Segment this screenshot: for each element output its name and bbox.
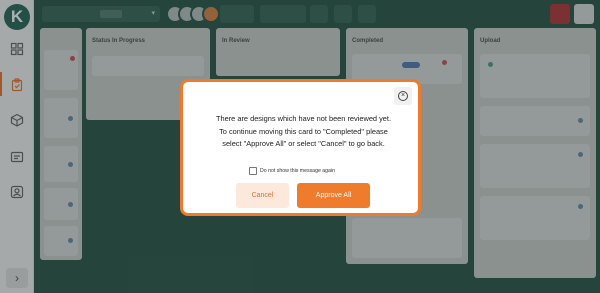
dont-show-again-checkbox[interactable] (249, 167, 257, 175)
close-button[interactable]: × (394, 87, 412, 105)
close-glyph: × (400, 92, 406, 99)
confirm-move-dialog: × There are designs which have not been … (180, 79, 421, 216)
dialog-message: There are designs which have not been re… (189, 113, 418, 151)
cancel-button[interactable]: Cancel (236, 183, 289, 208)
dialog-message-line: There are designs which have not been re… (215, 114, 391, 123)
dialog-message-line: To continue moving this card to "Complet… (219, 126, 388, 136)
dont-show-again-label: Do not show this message again (260, 168, 335, 174)
dialog-message-line: select "Approve All" or select "Cancel" … (222, 139, 385, 148)
approve-all-button[interactable]: Approve All (297, 183, 370, 208)
